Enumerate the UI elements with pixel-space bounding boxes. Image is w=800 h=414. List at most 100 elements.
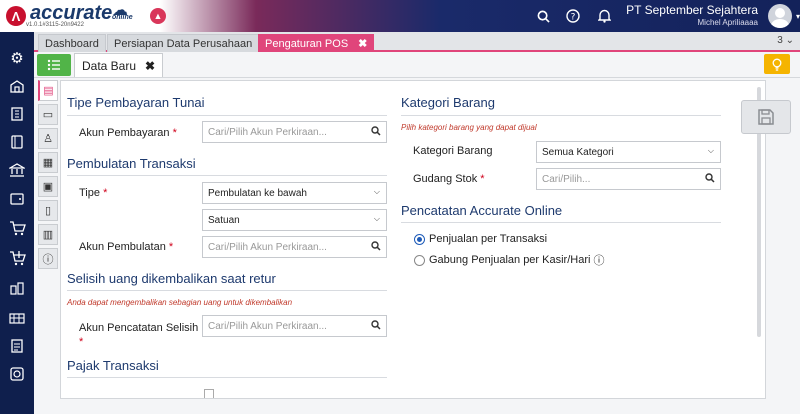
akun-pembulatan-input[interactable]: Cari/Pilih Akun Perkiraan... (202, 236, 387, 258)
list-icon[interactable] (37, 54, 71, 76)
tab-bar: Dashboard Persiapan Data Perusahaan Peng… (34, 32, 800, 52)
placeholder: Cari/Pilih Akun Perkiraan... (208, 241, 327, 253)
kategori-barang-select[interactable]: Semua Kategori ⌵ (536, 141, 721, 163)
avatar[interactable] (768, 4, 792, 28)
user-name: Michel Apriliaaaa (697, 18, 758, 27)
app-version: v1.0.1#3115-20n9422 (26, 22, 84, 28)
report-icon[interactable] (7, 336, 27, 356)
chevron-down-icon[interactable]: ▾ (796, 12, 800, 21)
bank-icon[interactable] (7, 160, 27, 180)
purchase-icon[interactable] (7, 248, 27, 268)
divider (67, 290, 387, 291)
tab-card-icon[interactable]: ▥ (38, 224, 58, 245)
vertical-tabs: ▤ ▭ ♙ ▦ ▣ ▯ ▥ ⓘ (38, 80, 60, 272)
section-title-pembulatan: Pembulatan Transaksi (67, 156, 196, 171)
radio-label: Gabung Penjualan per Kasir/Hari (429, 254, 591, 266)
placeholder: Cari/Pilih Akun Perkiraan... (208, 126, 327, 138)
selisih-note: Anda dapat mengembalikan sebagian uang u… (67, 298, 293, 307)
gudang-stok-label: Gudang Stok * (413, 173, 485, 185)
settings-panel: Tipe Pembayaran Tunai Akun Pembayaran * … (60, 80, 766, 399)
settings-icon[interactable]: ⚙ (7, 48, 27, 68)
tab-label: Pengaturan POS (265, 37, 349, 50)
section-title-selisih: Selisih uang dikembalikan saat retur (67, 271, 276, 286)
search-icon[interactable] (534, 7, 552, 25)
bell-icon[interactable] (595, 7, 613, 25)
selected-value: Pembulatan ke bawah (208, 187, 307, 199)
fixed-asset-icon[interactable] (7, 308, 27, 328)
akun-pembayaran-input[interactable]: Cari/Pilih Akun Perkiraan... (202, 121, 387, 143)
help-icon[interactable]: ? (564, 7, 582, 25)
save-button[interactable] (741, 100, 791, 134)
logo-text: accurate (30, 2, 113, 24)
chevron-down-icon: ⌵ (373, 187, 380, 196)
radio-button[interactable] (414, 233, 425, 245)
company-info[interactable]: PT September Sejahtera Michel Apriliaaaa (626, 3, 758, 27)
tipe-select[interactable]: Pembulatan ke bawah ⌵ (202, 182, 387, 204)
radio-penjualan-per-transaksi[interactable]: Penjualan per Transaksi (414, 233, 547, 245)
section-title-tipe-pembayaran: Tipe Pembayaran Tunai (67, 95, 205, 110)
close-icon[interactable]: ✖ (358, 37, 367, 50)
chevron-down-icon: ⌵ (373, 214, 380, 223)
tab-receipt-icon[interactable]: ▣ (38, 176, 58, 197)
divider (67, 377, 387, 378)
divider (401, 115, 721, 116)
subtab-label: Data Baru (82, 58, 137, 73)
divider (67, 175, 387, 176)
gudang-stok-input[interactable]: Cari/Pilih... (536, 168, 721, 190)
building-icon[interactable] (7, 104, 27, 124)
tab-label: Dashboard (45, 37, 99, 50)
inventory-icon[interactable] (7, 278, 27, 298)
tab-users-icon[interactable]: ♙ (38, 128, 58, 149)
search-icon[interactable] (371, 241, 381, 254)
tab-info-icon[interactable]: ⓘ (38, 248, 58, 269)
section-title-kategori: Kategori Barang (401, 95, 495, 110)
info-icon[interactable]: ⓘ (593, 252, 604, 268)
lightbulb-icon[interactable] (764, 54, 790, 74)
divider (401, 222, 721, 223)
tipe-label: Tipe * (79, 187, 108, 199)
kategori-barang-label: Kategori Barang (413, 145, 493, 157)
akun-pencatatan-selisih-input[interactable]: Cari/Pilih Akun Perkiraan... (202, 315, 387, 337)
tab-count[interactable]: 3 ⌄ (777, 35, 794, 46)
cart-icon[interactable] (7, 218, 27, 238)
search-icon[interactable] (705, 173, 715, 186)
radio-label: Penjualan per Transaksi (429, 233, 548, 245)
tab-device-icon[interactable]: ▯ (38, 200, 58, 221)
tab-label: Persiapan Data Perusahaan (114, 37, 253, 50)
company-icon[interactable] (7, 76, 27, 96)
satuan-select[interactable]: Satuan ⌵ (202, 209, 387, 231)
search-icon[interactable] (371, 320, 381, 333)
selected-value: Satuan (208, 214, 240, 226)
tab-general-icon[interactable]: ▤ (38, 80, 58, 101)
tab-persiapan-data[interactable]: Persiapan Data Perusahaan (107, 34, 260, 52)
tab-dashboard[interactable]: Dashboard (38, 34, 106, 52)
sidebar: ⚙ (0, 32, 34, 414)
pajak-checkbox[interactable] (204, 389, 214, 398)
close-icon[interactable]: ✖ (145, 59, 155, 73)
sub-tab-bar: Data Baru ✖ (34, 52, 800, 78)
svg-text:?: ? (571, 13, 576, 23)
tab-table-icon[interactable]: ▦ (38, 152, 58, 173)
warning-icon[interactable]: ▲ (150, 8, 166, 24)
logo-mark: Λ (6, 6, 26, 26)
akun-pembulatan-label: Akun Pembulatan * (79, 241, 174, 253)
akun-pencatatan-selisih-label: Akun Pencatatan Selisih * (79, 322, 199, 348)
akun-pembayaran-label: Akun Pembayaran * (79, 127, 177, 139)
tab-printer-icon[interactable]: ▭ (38, 104, 58, 125)
wallet-icon[interactable] (7, 188, 27, 208)
selected-value: Semua Kategori (542, 146, 614, 158)
main-area: ▤ ▭ ♙ ▦ ▣ ▯ ▥ ⓘ Tipe Pembayaran Tunai Ak… (34, 78, 800, 414)
radio-button[interactable] (414, 254, 425, 266)
placeholder: Cari/Pilih... (542, 173, 591, 185)
divider (67, 115, 387, 116)
book-icon[interactable] (7, 132, 27, 152)
kategori-note: Pilih kategori barang yang dapat dijual (401, 123, 537, 132)
dashboard-icon[interactable] (7, 364, 27, 384)
tab-pengaturan-pos[interactable]: Pengaturan POS ✖ (258, 34, 375, 52)
search-icon[interactable] (371, 126, 381, 139)
section-title-pencatatan: Pencatatan Accurate Online (401, 203, 563, 218)
tab-data-baru[interactable]: Data Baru ✖ (74, 53, 164, 77)
radio-gabung-penjualan[interactable]: Gabung Penjualan per Kasir/Hari ⓘ (414, 252, 604, 268)
section-title-pajak: Pajak Transaksi (67, 358, 159, 373)
top-bar: Λ accurate ☁ online v1.0.1#3115-20n9422 … (0, 0, 800, 32)
